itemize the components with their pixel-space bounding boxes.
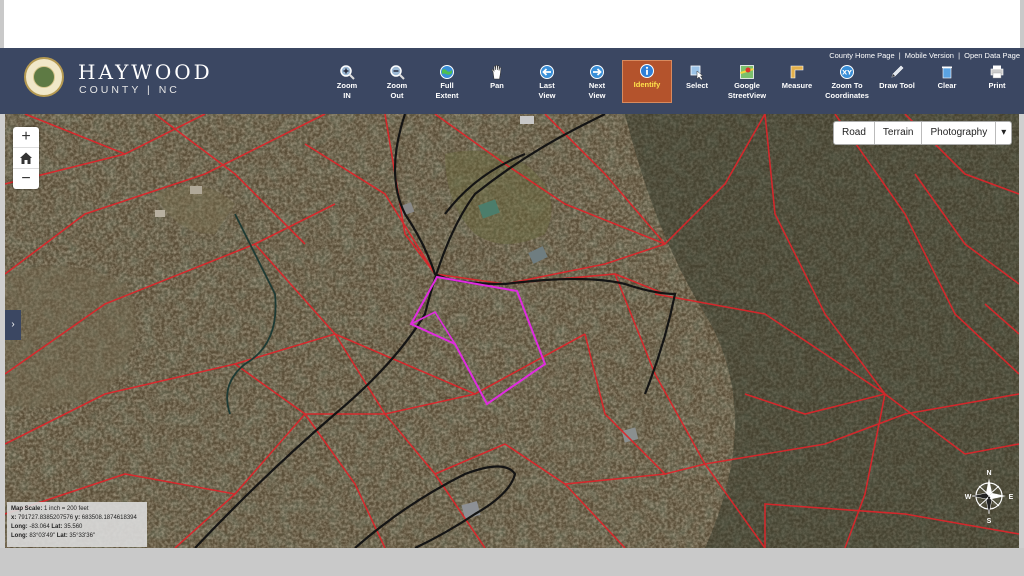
compass-w: W [965,494,972,501]
county-subtitle: COUNTY | NC [79,84,180,96]
home-icon [20,152,32,164]
full-extent-button[interactable]: Full Extent [422,62,472,101]
xy-globe-icon: XY [840,65,854,79]
identify-button[interactable]: Identify [622,60,672,103]
county-seal-logo [24,57,64,97]
measure-button[interactable]: Measure [772,62,822,91]
print-label: Print [988,81,1006,90]
y-value: 683508.1874618394 [81,515,137,521]
app-header: HAYWOOD COUNTY | NC County Home Page | M… [0,48,1024,114]
magnifier-minus-icon [390,65,405,80]
last-view-label-1: Last [539,81,555,90]
basemap-road-button[interactable]: Road [834,122,875,144]
map-pin-icon [740,65,754,79]
draw-tool-label: Draw Tool [879,81,915,90]
parcel-lines-layer [5,114,1019,548]
scale-value: 1 inch = 200 feet [44,506,89,512]
lat-label: Lat: [51,524,63,530]
compass-e: E [1009,494,1014,501]
full-extent-label-2: Extent [435,91,459,100]
county-name: HAYWOOD [78,60,213,84]
open-data-page-link[interactable]: Open Data Page [964,51,1020,60]
clear-button[interactable]: Clear [922,62,972,91]
printer-icon [990,65,1004,79]
long-value: -83.064 [29,524,50,530]
google-streetview-label-1: Google [734,81,760,90]
x-value: 791727.8385207576 [18,515,74,521]
basemap-photography-button[interactable]: Photography [922,122,997,144]
globe-back-arrow-icon [540,65,554,79]
next-view-label-1: Next [588,81,606,90]
pencil-icon [891,65,904,78]
map-zoom-in-button[interactable]: + [13,127,39,148]
compass-rose-icon: N S W E [965,470,1014,524]
globe-forward-arrow-icon [590,65,604,79]
top-links: County Home Page | Mobile Version | Open… [829,51,1020,60]
long-dms-label: Long: [11,533,28,539]
zoom-controls: + − [13,127,39,189]
link-separator: | [958,51,961,60]
long-label: Long: [11,524,28,530]
last-view-label-2: View [538,91,556,100]
compass-s: S [987,518,992,524]
trash-can-icon [942,66,952,79]
zoom-out-label-1: Zoom [386,81,408,90]
basemap-terrain-button[interactable]: Terrain [875,122,923,144]
next-view-button[interactable]: Next View [572,62,622,101]
globe-icon [440,65,454,79]
draw-tool-button[interactable]: Draw Tool [872,62,922,91]
scale-label: Map Scale: [11,506,43,512]
next-view-label-2: View [588,91,606,100]
select-cursor-icon [690,65,704,80]
long-dms-value: 83°03'49" [29,533,56,539]
county-home-page-link[interactable]: County Home Page [829,51,894,60]
zoom-to-coordinates-button[interactable]: XY Zoom To Coordinates [822,62,872,101]
full-extent-label-1: Full [440,81,454,90]
link-separator: | [898,51,901,60]
bottom-bar [0,548,1024,576]
side-panel-toggle[interactable]: › [5,310,21,340]
zoom-in-label-2: IN [343,91,351,100]
info-icon [640,64,654,78]
zoom-out-label-2: Out [390,91,404,100]
identify-label: Identify [633,80,661,89]
google-streetview-label-2: StreetView [727,91,767,100]
map-zoom-out-button[interactable]: − [13,169,39,189]
print-button[interactable]: Print [972,62,1022,91]
last-view-button[interactable]: Last View [522,62,572,101]
map-scale-readout: Map Scale: 1 inch = 200 feet x: 791727.8… [7,502,147,547]
measure-label: Measure [781,81,813,90]
zoom-to-coordinates-label-1: Zoom To [831,81,863,90]
clear-label: Clear [937,81,957,90]
mobile-version-link[interactable]: Mobile Version [905,51,954,60]
y-label: y: [74,515,81,521]
map-view[interactable] [5,114,1019,548]
hand-icon [491,64,502,80]
basemap-switcher: Road Terrain Photography ▾ [833,121,1013,145]
google-streetview-button[interactable]: Google StreetView [722,62,772,101]
basemap-dropdown-button[interactable]: ▾ [996,122,1011,144]
lat-dms-label: Lat: [56,533,68,539]
zoom-in-label-1: Zoom [336,81,358,90]
lat-dms-value: 35°33'36" [69,533,96,539]
select-label: Select [685,81,709,90]
magnifier-plus-icon [340,65,355,80]
svg-text:XY: XY [842,69,852,77]
top-white-area [4,0,1020,48]
ruler-icon [790,65,804,79]
zoom-out-button[interactable]: Zoom Out [372,62,422,101]
x-label: x: [11,515,17,521]
home-button[interactable] [13,148,39,169]
pan-button[interactable]: Pan [472,62,522,91]
compass-n: N [986,470,991,477]
zoom-to-coordinates-label-2: Coordinates [825,91,869,100]
pan-label: Pan [490,81,504,90]
select-button[interactable]: Select [672,62,722,91]
zoom-in-button[interactable]: Zoom IN [322,62,372,101]
lat-value: 35.560 [64,524,83,530]
